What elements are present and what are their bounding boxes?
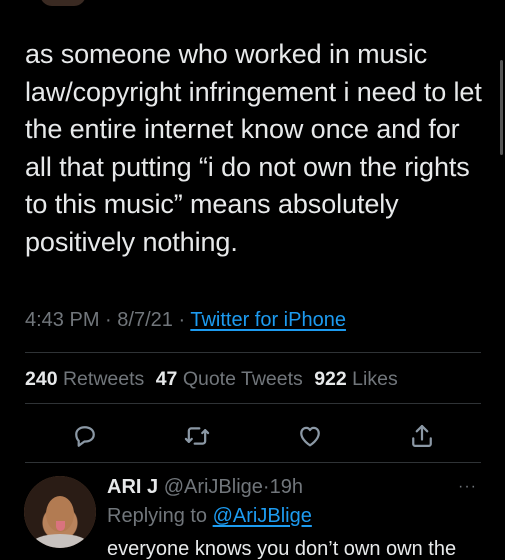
divider [25, 352, 481, 353]
reply-icon[interactable] [71, 422, 99, 450]
reply-time: 19h [269, 476, 303, 498]
tweet-date: 8/7/21 [117, 309, 173, 331]
retweets-stat[interactable]: 240 Retweets [25, 368, 144, 390]
share-icon[interactable] [408, 422, 436, 450]
retweets-label: Retweets [62, 368, 145, 390]
tweet-text: as someone who worked in music law/copyr… [25, 39, 482, 257]
tweet-time: 4:43 PM [25, 309, 100, 331]
avatar-shirt [32, 534, 88, 548]
tweet-meta: 4:43 PM · 8/7/21 · Twitter for iPhone [25, 309, 346, 332]
divider [25, 403, 481, 404]
reply-author-handle[interactable]: @AriJBlige [164, 476, 263, 498]
previous-avatar[interactable] [40, 0, 86, 6]
meta-separator: · [178, 309, 186, 331]
replying-to-handle[interactable]: @AriJBlige [213, 505, 312, 527]
likes-stat[interactable]: 922 Likes [314, 368, 398, 390]
likes-label: Likes [352, 368, 398, 390]
heart-icon[interactable] [296, 422, 324, 450]
divider [25, 462, 481, 463]
replying-to: Replying to @AriJBlige [107, 505, 312, 528]
reply-text: everyone knows you don’t own own the [107, 538, 457, 560]
reply-author-name[interactable]: ARI J [107, 476, 158, 498]
avatar-tongue [56, 521, 65, 531]
engagement-stats: 240 Retweets 47 Quote Tweets 922 Likes [25, 368, 398, 391]
quotes-stat[interactable]: 47 Quote Tweets [156, 368, 303, 390]
reply-separator: · [262, 476, 270, 498]
quotes-count: 47 [155, 368, 178, 390]
replying-prefix: Replying to [107, 505, 208, 527]
meta-separator: · [105, 309, 112, 331]
more-options-icon[interactable]: ··· [458, 478, 477, 496]
likes-count: 922 [314, 368, 347, 390]
reply-header: ARI J @AriJBlige·19h [107, 476, 303, 499]
retweet-icon[interactable] [183, 422, 211, 450]
tweet-source-link[interactable]: Twitter for iPhone [190, 309, 346, 331]
quotes-label: Quote Tweets [182, 368, 303, 390]
scrollbar[interactable] [500, 60, 503, 155]
avatar[interactable] [24, 476, 96, 548]
retweets-count: 240 [25, 368, 58, 390]
